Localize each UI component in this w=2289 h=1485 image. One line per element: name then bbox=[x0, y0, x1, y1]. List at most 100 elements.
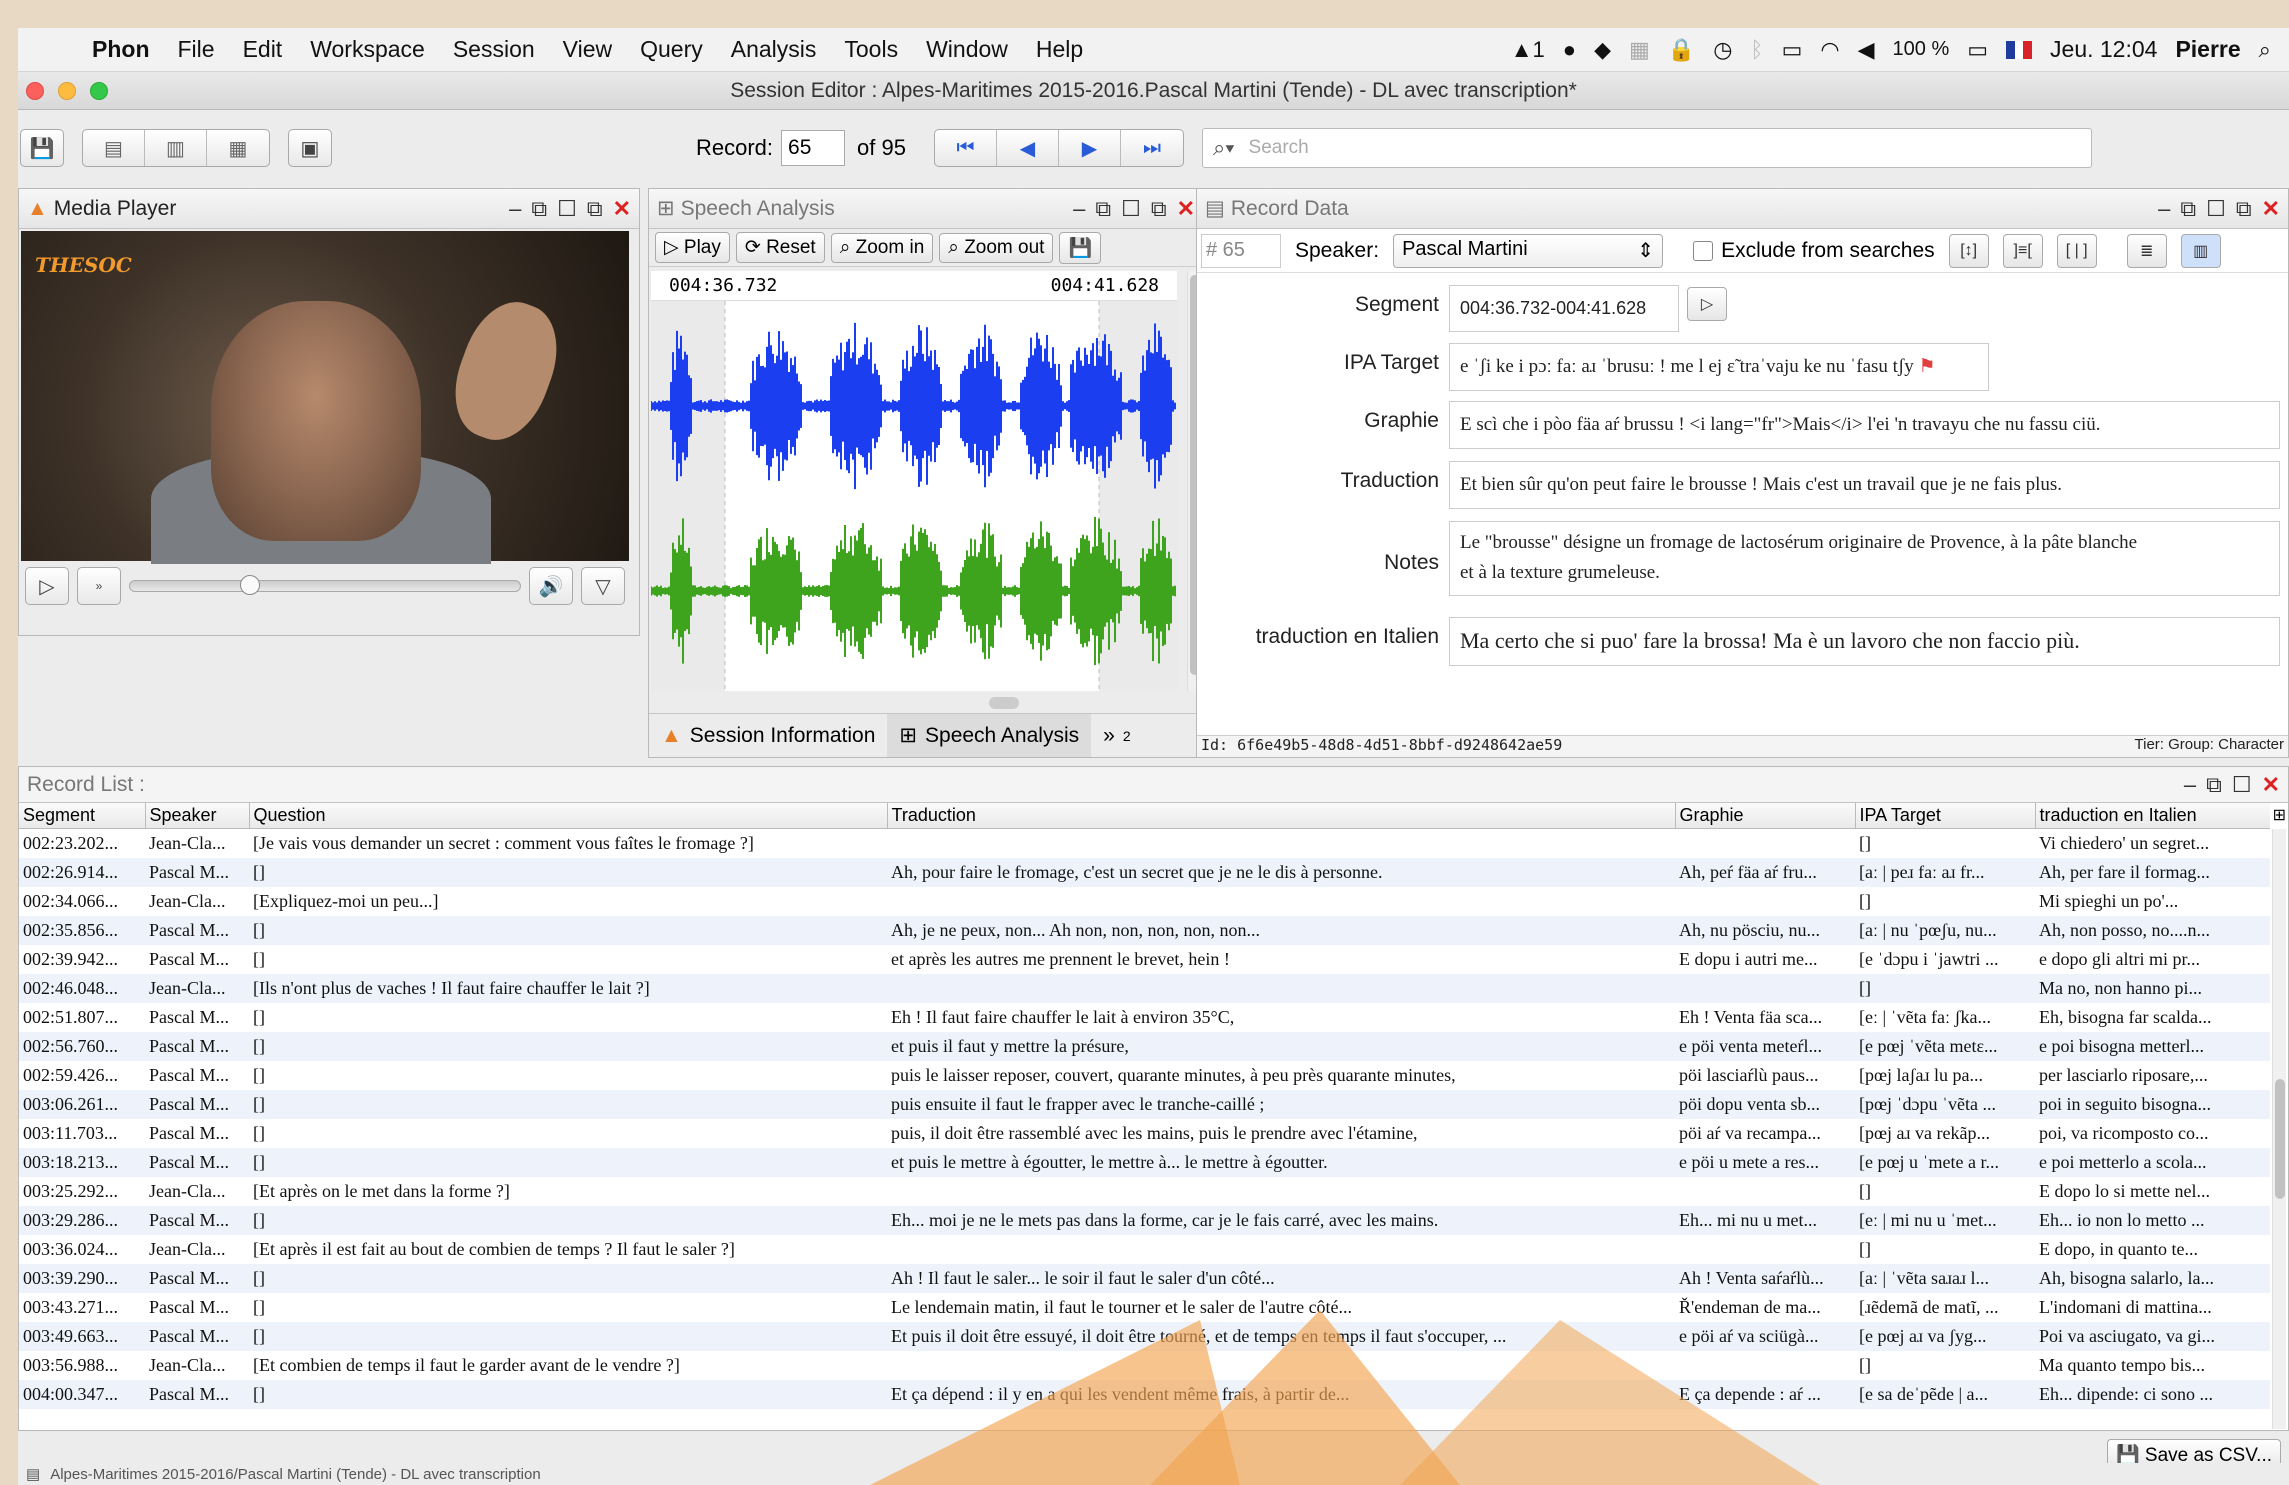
table-cell[interactable]: e pöi u mete a res... bbox=[1675, 1147, 1855, 1177]
table-cell[interactable]: Jean-Cla... bbox=[145, 1351, 249, 1380]
table-cell[interactable]: Ah, non posso, no....n... bbox=[2035, 915, 2270, 945]
table-cell[interactable]: [pœj ˈdɔpu ˈvẽta ... bbox=[1855, 1089, 2035, 1119]
table-row[interactable]: 002:56.760... Pascal M...[] et puis il fau… bbox=[19, 1031, 2270, 1061]
table-cell[interactable]: [aː | peɹ faː aɹ fr... bbox=[1855, 857, 2035, 887]
table-cell[interactable]: 002:34.066... bbox=[19, 887, 145, 916]
layout-button[interactable]: ▣ bbox=[288, 129, 332, 167]
column-header[interactable]: Speaker bbox=[145, 803, 250, 829]
table-cell[interactable] bbox=[887, 829, 1675, 858]
syllabify-icon[interactable]: [↕] bbox=[1948, 233, 1989, 268]
close-window-button[interactable] bbox=[26, 82, 44, 100]
table-row[interactable]: 003:36.024... Jean-Cla... [Et après il est… bbox=[19, 1235, 2270, 1264]
table-cell[interactable]: Pascal M... bbox=[145, 857, 249, 887]
table-cell[interactable]: Pascal M... bbox=[145, 1379, 249, 1409]
table-cell[interactable]: [Je vais vous demander un secret : comme… bbox=[249, 829, 887, 858]
table-row[interactable]: 002:34.066... Jean-Cla... [Expliquez-moi u… bbox=[19, 887, 2270, 916]
minimize-panel-icon[interactable]: – bbox=[2184, 772, 2196, 798]
table-cell[interactable]: 003:06.261... bbox=[19, 1089, 145, 1119]
table-cell[interactable]: Mi spieghi un po'... bbox=[2035, 887, 2270, 916]
table-cell[interactable]: Jean-Cla... bbox=[145, 973, 249, 1003]
first-record-icon[interactable]: ⏮ bbox=[935, 130, 997, 166]
table-cell[interactable]: puis le laisser reposer, couvert, quaran… bbox=[887, 1061, 1675, 1090]
zoom-in-button[interactable]: ⌕ Zoom in bbox=[830, 232, 934, 263]
maximize-panel-icon[interactable]: ☐ bbox=[557, 196, 577, 222]
table-cell[interactable]: Ř'endeman de ma... bbox=[1675, 1293, 1855, 1322]
table-cell[interactable]: Eh... mi nu u met... bbox=[1675, 1205, 1855, 1235]
float-panel-icon[interactable]: ⧉ bbox=[531, 196, 547, 222]
float-panel-icon[interactable]: ⧉ bbox=[2180, 196, 2196, 222]
table-row[interactable]: 002:51.807... Pascal M...[] Eh ! Il faut f… bbox=[19, 1003, 2270, 1032]
table-cell[interactable] bbox=[887, 973, 1675, 1003]
volume-icon[interactable]: ◀ bbox=[1858, 37, 1875, 63]
table-cell[interactable]: [e pœj ˈvẽta metɛ... bbox=[1855, 1031, 2035, 1061]
table-cell[interactable]: [ɹẽdemã de matĩ, ... bbox=[1855, 1293, 2035, 1322]
table-cell[interactable]: [] bbox=[249, 1003, 887, 1032]
record-list-scrollbar[interactable] bbox=[2272, 829, 2286, 1429]
menu-edit[interactable]: Edit bbox=[229, 36, 297, 63]
table-cell[interactable]: [] bbox=[1855, 887, 2035, 916]
table-cell[interactable]: [e ˈdɔpu i ˈjawtri ... bbox=[1855, 945, 2035, 974]
table-cell[interactable]: 003:18.213... bbox=[19, 1147, 145, 1177]
table-cell[interactable]: [Et après on le met dans la forme ?] bbox=[249, 1177, 887, 1206]
table-cell[interactable]: [aː | ˈvẽta saɹaɹ l... bbox=[1855, 1263, 2035, 1293]
lock-icon[interactable]: 🔒 bbox=[1668, 37, 1695, 63]
previous-record-icon[interactable]: ◀ bbox=[997, 130, 1059, 166]
table-cell[interactable]: Eh ! Il faut faire chauffer le lait à en… bbox=[887, 1003, 1675, 1032]
table-cell[interactable]: pöi aŕ va recampa... bbox=[1675, 1119, 1855, 1148]
table-cell[interactable] bbox=[887, 1177, 1675, 1206]
table-cell[interactable]: [pœj laʃaɹ lu pa... bbox=[1855, 1061, 2035, 1090]
minimize-panel-icon[interactable]: – bbox=[2158, 196, 2170, 222]
tab-session-information[interactable]: ▲ Session Information bbox=[649, 714, 887, 757]
table-cell[interactable]: Eh ! Venta fäa sca... bbox=[1675, 1003, 1855, 1032]
table-cell[interactable] bbox=[887, 887, 1675, 916]
table-cell[interactable]: Ah, je ne peux, non... Ah non, non, non,… bbox=[887, 915, 1675, 945]
table-cell[interactable]: Eh... dipende: ci sono ... bbox=[2035, 1379, 2270, 1409]
table-cell[interactable]: Pascal M... bbox=[145, 1061, 249, 1090]
table-cell[interactable]: E dopo, in quanto te... bbox=[2035, 1235, 2270, 1264]
clock[interactable]: Jeu. 12:04 bbox=[2050, 36, 2157, 63]
bluetooth-icon[interactable]: ᛒ bbox=[1750, 37, 1763, 63]
table-cell[interactable]: [aː | nu ˈpœʃu, nu... bbox=[1855, 915, 2035, 945]
zoom-out-button[interactable]: ⌕ Zoom out bbox=[939, 232, 1054, 263]
maximize-panel-icon[interactable]: ☐ bbox=[1121, 196, 1141, 222]
table-cell[interactable]: Pascal M... bbox=[145, 1003, 249, 1032]
table-cell[interactable]: e pöi aŕ va sciügà... bbox=[1675, 1321, 1855, 1351]
maximize-panel-icon[interactable]: ☐ bbox=[2232, 772, 2252, 798]
list-view-icon[interactable]: ≣ bbox=[2126, 233, 2167, 268]
table-cell[interactable]: [eː | mi nu u ˈmet... bbox=[1855, 1205, 2035, 1235]
column-header[interactable]: Traduction bbox=[887, 803, 1676, 829]
column-header[interactable]: Question bbox=[249, 803, 888, 829]
table-cell[interactable]: 003:49.663... bbox=[19, 1321, 145, 1351]
table-cell[interactable]: 003:36.024... bbox=[19, 1235, 145, 1264]
wifi-icon[interactable]: ◠ bbox=[1820, 37, 1839, 63]
table-row[interactable]: 002:23.202... Jean-Cla... [Je vais vous de… bbox=[19, 829, 2270, 858]
keyboard-icon[interactable]: ▭ bbox=[1782, 37, 1803, 63]
play-button[interactable]: ▷ Play bbox=[655, 232, 730, 263]
zoom-window-button[interactable] bbox=[90, 82, 108, 100]
table-cell[interactable] bbox=[887, 1351, 1675, 1380]
table-cell[interactable]: [] bbox=[249, 1089, 887, 1119]
table-cell[interactable]: [e pœj u ˈmete a r... bbox=[1855, 1147, 2035, 1177]
table-cell[interactable]: puis, il doit être rassemblé avec les ma… bbox=[887, 1119, 1675, 1148]
notes-field[interactable]: Le "brousse" désigne un fromage de lacto… bbox=[1449, 521, 2280, 596]
table-cell[interactable]: Pascal M... bbox=[145, 945, 249, 974]
table-cell[interactable] bbox=[887, 1235, 1675, 1264]
table-cell[interactable]: 002:23.202... bbox=[19, 829, 145, 858]
table-cell[interactable]: 002:51.807... bbox=[19, 1003, 145, 1032]
table-cell[interactable] bbox=[1675, 1177, 1855, 1206]
tab-speech-analysis[interactable]: ⊞ Speech Analysis bbox=[887, 714, 1092, 757]
table-cell[interactable]: 002:56.760... bbox=[19, 1031, 145, 1061]
column-header[interactable]: traduction en Italien bbox=[2035, 803, 2270, 829]
table-cell[interactable]: Jean-Cla... bbox=[145, 829, 249, 858]
table-cell[interactable]: Ma no, non hanno pi... bbox=[2035, 973, 2270, 1003]
table-cell[interactable]: Eh... io non lo metto ... bbox=[2035, 1205, 2270, 1235]
float-panel-icon[interactable]: ⧉ bbox=[2206, 772, 2222, 798]
table-cell[interactable]: [] bbox=[1855, 1177, 2035, 1206]
table-cell[interactable]: [] bbox=[249, 1263, 887, 1293]
restore-panel-icon[interactable]: ⧉ bbox=[1151, 196, 1167, 222]
table-row[interactable]: 003:18.213... Pascal M...[] et puis le met… bbox=[19, 1147, 2270, 1177]
video-frame[interactable]: THESOC bbox=[21, 231, 629, 571]
table-cell[interactable]: Ah, peŕ fäa aŕ fru... bbox=[1675, 857, 1855, 887]
close-panel-icon[interactable]: ✕ bbox=[1177, 196, 1195, 222]
menu-window[interactable]: Window bbox=[912, 36, 1022, 63]
